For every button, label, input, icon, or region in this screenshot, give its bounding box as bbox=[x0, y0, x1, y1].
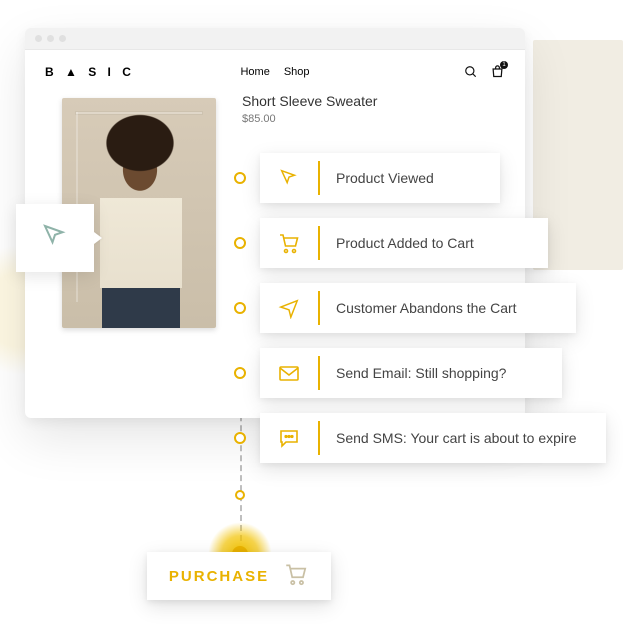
cursor-icon bbox=[260, 153, 318, 203]
event-label: Send Email: Still shopping? bbox=[320, 365, 524, 381]
sms-icon bbox=[260, 413, 318, 463]
event-label: Product Added to Cart bbox=[320, 235, 492, 251]
cart-icon bbox=[260, 218, 318, 268]
window-titlebar bbox=[25, 28, 525, 50]
flow-node-3 bbox=[234, 302, 246, 314]
cursor-icon bbox=[40, 221, 70, 256]
event-product-added[interactable]: Product Added to Cart bbox=[260, 218, 548, 268]
flow-node-4 bbox=[234, 367, 246, 379]
event-label: Customer Abandons the Cart bbox=[320, 300, 535, 316]
event-cart-abandoned[interactable]: Customer Abandons the Cart bbox=[260, 283, 576, 333]
event-send-sms[interactable]: Send SMS: Your cart is about to expire bbox=[260, 413, 606, 463]
send-icon bbox=[260, 283, 318, 333]
event-product-viewed[interactable]: Product Viewed bbox=[260, 153, 500, 203]
primary-nav: Home Shop bbox=[240, 66, 309, 78]
site-header: B ▲ S I C Home Shop 1 bbox=[25, 50, 525, 93]
cart-count-badge: 1 bbox=[500, 61, 508, 69]
mail-icon bbox=[260, 348, 318, 398]
search-icon[interactable] bbox=[464, 65, 478, 79]
flow-node-5 bbox=[234, 432, 246, 444]
flow-node-2 bbox=[234, 237, 246, 249]
product-price: $85.00 bbox=[242, 113, 276, 125]
event-label: Product Viewed bbox=[320, 170, 452, 186]
purchase-label: PURCHASE bbox=[169, 568, 269, 585]
nav-shop[interactable]: Shop bbox=[284, 66, 310, 78]
bag-icon[interactable]: 1 bbox=[490, 64, 505, 79]
product-title: Short Sleeve Sweater bbox=[242, 93, 377, 109]
cursor-callout bbox=[16, 204, 94, 272]
window-control-close[interactable] bbox=[35, 35, 42, 42]
window-control-minimize[interactable] bbox=[47, 35, 54, 42]
event-send-email[interactable]: Send Email: Still shopping? bbox=[260, 348, 562, 398]
window-control-zoom[interactable] bbox=[59, 35, 66, 42]
flow-node-6 bbox=[235, 490, 245, 500]
flow-node-1 bbox=[234, 172, 246, 184]
nav-home[interactable]: Home bbox=[240, 66, 269, 78]
purchase-card[interactable]: PURCHASE bbox=[147, 552, 331, 600]
event-label: Send SMS: Your cart is about to expire bbox=[320, 430, 594, 446]
cart-icon bbox=[283, 561, 309, 592]
brand-logo[interactable]: B ▲ S I C bbox=[45, 65, 135, 79]
header-actions: 1 bbox=[464, 64, 505, 79]
